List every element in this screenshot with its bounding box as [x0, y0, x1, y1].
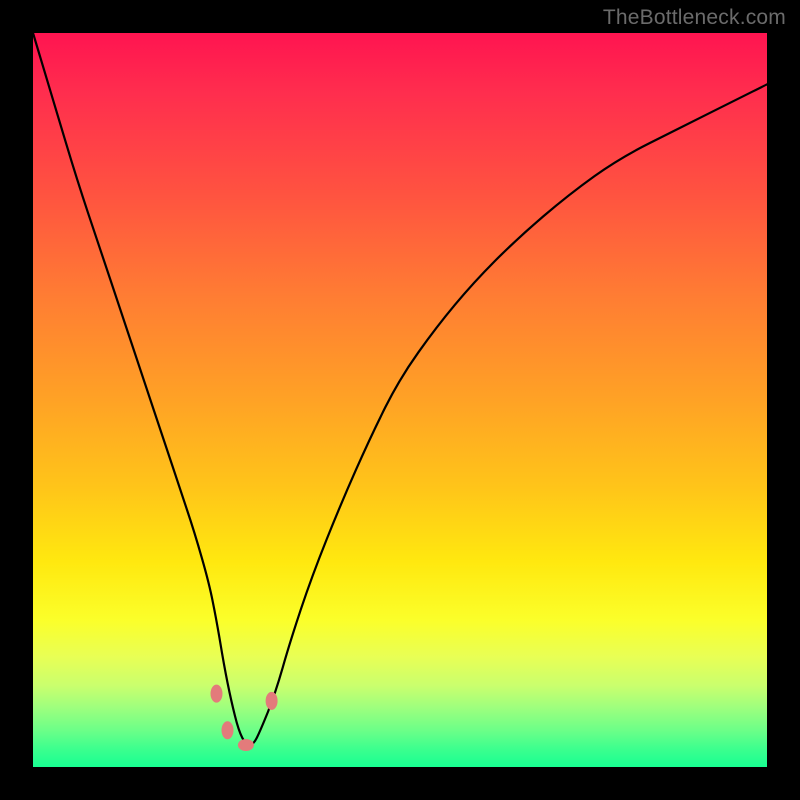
- marker-left-upper: [211, 685, 223, 703]
- chart-frame: TheBottleneck.com: [0, 0, 800, 800]
- plot-area: [33, 33, 767, 767]
- curve-svg: [33, 33, 767, 767]
- watermark-text: TheBottleneck.com: [603, 6, 786, 30]
- bottleneck-curve: [33, 33, 767, 745]
- markers-group: [211, 685, 278, 751]
- marker-left-lower: [222, 721, 234, 739]
- marker-bottom: [238, 739, 254, 751]
- marker-right: [266, 692, 278, 710]
